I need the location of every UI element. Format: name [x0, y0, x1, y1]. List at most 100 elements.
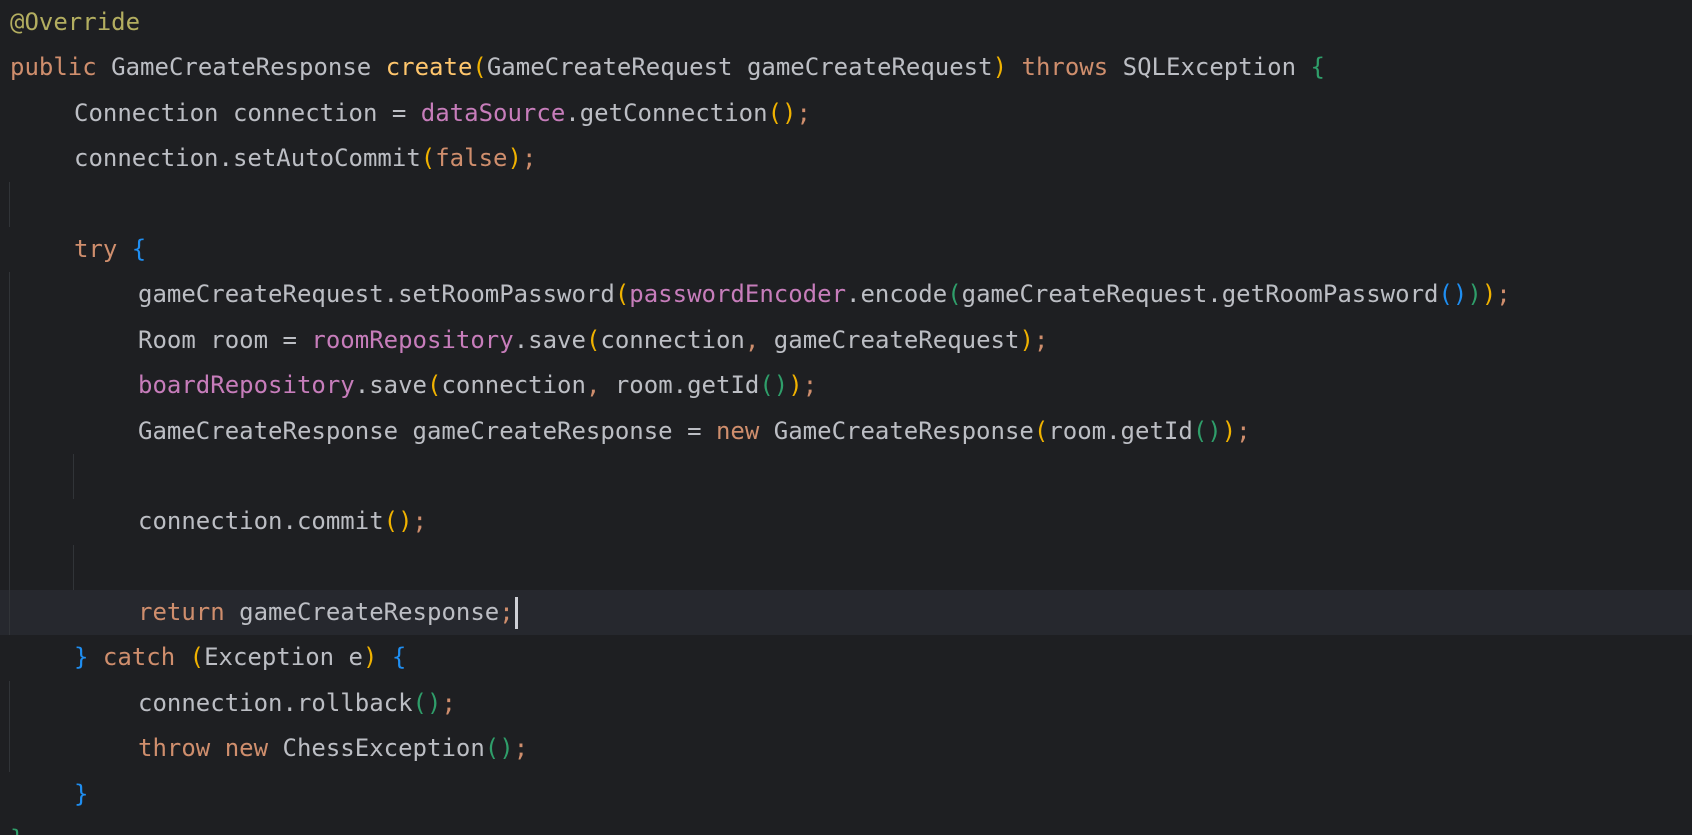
code-token: (): [484, 734, 514, 763]
code-token: }: [74, 643, 89, 672]
code-token: room.getId: [614, 371, 760, 400]
code-token: (): [1192, 416, 1222, 445]
code-line[interactable]: @Override: [0, 0, 1692, 45]
code-line[interactable]: boardRepository.save(connection, room.ge…: [0, 363, 1692, 409]
indent-guide: [73, 544, 74, 591]
code-token: (: [427, 371, 442, 400]
code-token: boardRepository: [138, 371, 355, 400]
code-token: .save: [513, 325, 586, 354]
code-line[interactable]: }: [0, 817, 1692, 835]
indent-guide: [9, 680, 10, 727]
code-line[interactable]: } catch (Exception e) {: [0, 635, 1692, 680]
code-token: new: [715, 416, 774, 445]
code-token: .save: [354, 371, 427, 400]
code-token: SQLException: [1122, 53, 1311, 82]
code-token: ;: [521, 144, 537, 173]
code-line-content: public GameCreateResponse create(GameCre…: [10, 53, 1325, 81]
text-caret: [514, 597, 518, 630]
code-token: @Override: [10, 8, 141, 36]
code-token: ;: [1496, 280, 1511, 309]
code-line-content: throw new ChessException();: [138, 734, 528, 762]
code-token: GameCreateResponse gameCreateResponse =: [138, 416, 716, 445]
indent-guide: [9, 499, 10, 545]
code-token: catch: [88, 643, 190, 672]
code-line[interactable]: [0, 181, 1692, 227]
code-token: ): [1019, 325, 1034, 354]
code-token: ;: [802, 371, 818, 400]
code-line[interactable]: connection.commit();: [0, 499, 1692, 545]
code-line[interactable]: connection.rollback();: [0, 680, 1692, 727]
indent-guide: [9, 272, 10, 318]
code-token: gameCreateRequest.getRoomPassword: [961, 280, 1439, 309]
code-line-content: return gameCreateResponse;: [138, 597, 518, 630]
code-token: create: [385, 53, 473, 82]
code-token: GameCreateResponse: [111, 53, 386, 82]
code-token: ): [1481, 280, 1497, 309]
code-line-content: try {: [74, 235, 146, 263]
code-token: throws: [1007, 53, 1123, 82]
code-token: (): [1438, 280, 1468, 309]
code-token: GameCreateRequest gameCreateRequest: [486, 53, 993, 82]
code-token: throw: [138, 734, 225, 763]
code-token: {: [1310, 53, 1325, 82]
code-line-content: boardRepository.save(connection, room.ge…: [138, 371, 817, 399]
code-line-content: connection.rollback();: [138, 689, 456, 717]
code-token: (): [412, 688, 442, 717]
code-line[interactable]: [0, 544, 1692, 591]
code-token: connection.rollback: [138, 688, 413, 717]
code-token: ,: [744, 325, 774, 354]
indent-guide: [9, 544, 10, 591]
code-token: (: [420, 144, 436, 173]
code-line[interactable]: gameCreateRequest.setRoomPassword(passwo…: [0, 272, 1692, 318]
indent-guide: [9, 317, 10, 364]
code-token: ;: [499, 598, 514, 627]
code-token: (: [947, 280, 962, 309]
code-token: Connection connection =: [74, 98, 421, 127]
code-token: ): [1467, 280, 1482, 309]
code-line-content: gameCreateRequest.setRoomPassword(passwo…: [138, 280, 1511, 308]
code-token: }: [74, 779, 89, 808]
code-token: room.getId: [1048, 416, 1193, 445]
code-token: (): [767, 98, 797, 127]
code-line[interactable]: connection.setAutoCommit(false);: [0, 136, 1692, 181]
code-line-content: } catch (Exception e) {: [74, 643, 406, 671]
code-line[interactable]: throw new ChessException();: [0, 726, 1692, 772]
code-line-content: Room room = roomRepository.save(connecti…: [138, 326, 1048, 354]
code-token: (: [472, 53, 487, 82]
code-token: (): [383, 507, 413, 536]
code-token: ): [788, 371, 803, 400]
indent-guide: [9, 408, 10, 454]
code-line-content: @Override: [10, 8, 140, 36]
code-token: public: [10, 53, 112, 82]
code-editor[interactable]: @Override public GameCreateResponse creat…: [0, 0, 1692, 835]
code-line-content: connection.setAutoCommit(false);: [74, 144, 536, 172]
code-token: ): [363, 643, 378, 672]
code-line[interactable]: return gameCreateResponse;: [0, 590, 1692, 636]
code-token: ): [992, 53, 1008, 82]
indent-guide: [9, 726, 10, 772]
code-line-content: }: [74, 780, 88, 808]
code-line[interactable]: Connection connection = dataSource.getCo…: [0, 91, 1692, 136]
code-line[interactable]: public GameCreateResponse create(GameCre…: [0, 45, 1692, 90]
code-token: ;: [1033, 325, 1049, 354]
code-token: ;: [412, 507, 427, 536]
code-token: ,: [585, 371, 615, 400]
code-line[interactable]: try {: [0, 227, 1692, 272]
code-area[interactable]: @Override public GameCreateResponse creat…: [0, 0, 1692, 835]
code-token: connection.commit: [138, 507, 384, 536]
code-token: (: [614, 280, 630, 309]
code-token: (: [1033, 416, 1049, 445]
code-token: connection: [600, 325, 745, 354]
code-token: .getConnection: [565, 98, 768, 127]
code-token: return: [138, 598, 240, 627]
code-line[interactable]: [0, 453, 1692, 500]
code-token: Room room =: [138, 325, 312, 354]
code-token: ): [507, 144, 522, 173]
code-line[interactable]: Room room = roomRepository.save(connecti…: [0, 317, 1692, 364]
code-line-content: }: [10, 825, 24, 835]
code-line-content: GameCreateResponse gameCreateResponse = …: [138, 417, 1251, 445]
code-token: try: [74, 234, 132, 263]
code-line[interactable]: GameCreateResponse gameCreateResponse = …: [0, 408, 1692, 454]
code-line[interactable]: }: [0, 772, 1692, 817]
